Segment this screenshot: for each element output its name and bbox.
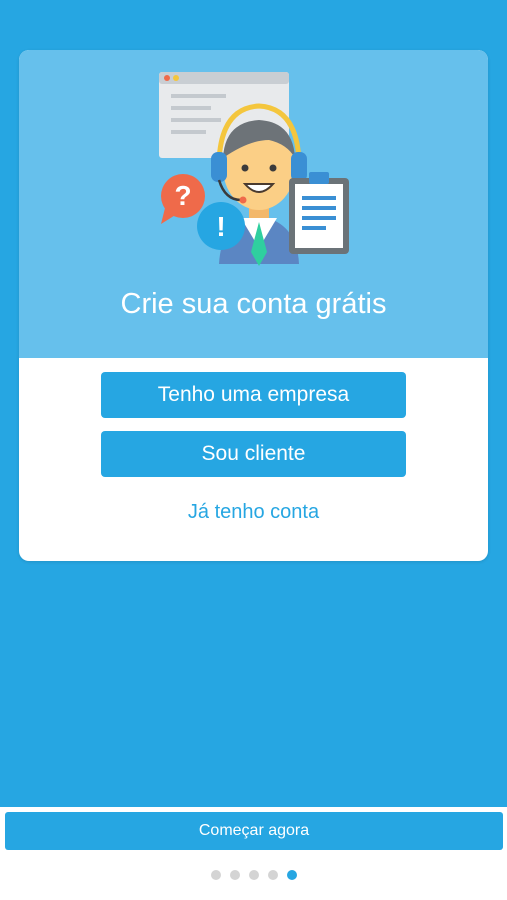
client-signup-button[interactable]: Sou cliente xyxy=(101,431,406,477)
svg-text:!: ! xyxy=(216,211,225,242)
support-agent-illustration: ? ! xyxy=(159,72,349,266)
page-dot-4[interactable] xyxy=(267,870,278,880)
existing-account-link[interactable]: Já tenho conta xyxy=(19,497,488,527)
page-dot-3[interactable] xyxy=(248,870,259,880)
question-bubble-icon: ? xyxy=(161,174,205,224)
card-title: Crie sua conta grátis xyxy=(120,288,387,320)
svg-text:?: ? xyxy=(174,180,191,211)
signup-card: ? ! Crie sua conta grátis Tenho uma empr… xyxy=(19,50,488,561)
start-now-button[interactable]: Começar agora xyxy=(5,812,503,850)
page-dot-2[interactable] xyxy=(229,870,240,880)
card-header: ? ! Crie sua conta grátis xyxy=(19,50,488,358)
page-dot-5[interactable] xyxy=(286,870,297,880)
exclamation-bubble-icon: ! xyxy=(197,202,245,250)
clipboard-icon xyxy=(289,172,349,254)
company-signup-button[interactable]: Tenho uma empresa xyxy=(101,372,406,418)
page-indicator xyxy=(0,870,507,880)
page-dot-1[interactable] xyxy=(210,870,221,880)
